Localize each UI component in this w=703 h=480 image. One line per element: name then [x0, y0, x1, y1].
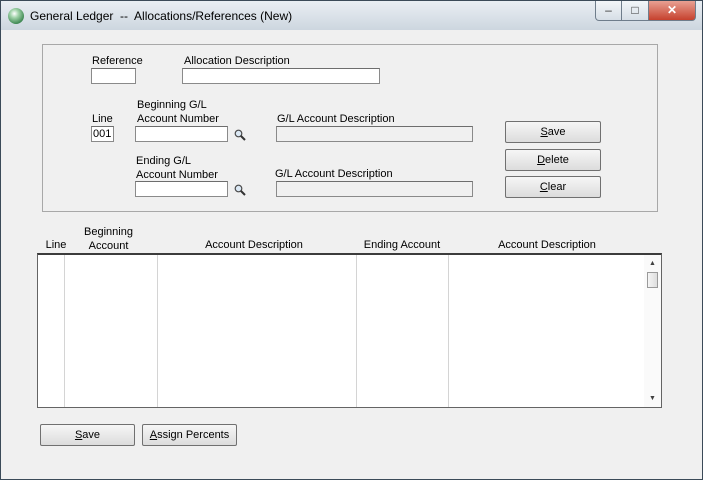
app-window: General Ledger -- Allocations/References… [0, 0, 703, 480]
minimize-button[interactable]: – [595, 1, 622, 21]
reference-label: Reference [92, 55, 143, 67]
column-header-beginning-account-line2[interactable]: Account [71, 240, 146, 253]
close-button[interactable]: ✕ [648, 1, 696, 21]
clear-hotkey: C [539, 181, 548, 193]
line-input[interactable] [91, 126, 114, 142]
bottom-save-button[interactable]: Save [40, 424, 135, 446]
scrollbar-thumb[interactable] [647, 272, 658, 288]
client-area: Reference Allocation Description Line Be… [8, 30, 695, 473]
assign-percents-button[interactable]: Assign Percents [142, 424, 237, 446]
column-header-beginning-account-line1[interactable]: Beginning [71, 226, 146, 239]
title-bar[interactable]: General Ledger -- Allocations/References… [1, 1, 702, 30]
line-label: Line [92, 113, 113, 125]
up-arrow-icon[interactable]: ▲ [644, 259, 661, 269]
beginning-gl-label-line2: Account Number [137, 113, 219, 125]
ending-gl-label-line1: Ending G/L [136, 155, 192, 167]
window-title: General Ledger -- Allocations/References… [30, 9, 293, 23]
allocation-description-label: Allocation Description [184, 55, 290, 67]
bottom-save-rest: ave [82, 429, 101, 441]
column-header-account-description-2[interactable]: Account Description [449, 239, 645, 252]
delete-hotkey: D [537, 154, 546, 166]
beginning-gl-description-label: G/L Account Description [277, 113, 395, 125]
allocations-grid[interactable]: ▲ ▼ [37, 253, 662, 408]
beginning-gl-label-line1: Beginning G/L [137, 99, 207, 111]
assign-percents-hotkey: A [149, 429, 158, 441]
ending-gl-account-input[interactable] [135, 181, 228, 197]
ending-gl-label-line2: Account Number [136, 169, 218, 181]
grid-vertical-scrollbar[interactable]: ▲ ▼ [644, 255, 661, 407]
allocation-description-input[interactable] [182, 68, 380, 84]
app-logo-icon [8, 8, 24, 24]
beginning-gl-description-field [276, 126, 473, 142]
beginning-gl-lookup-icon[interactable] [234, 129, 246, 141]
grid-column-divider [157, 255, 158, 407]
clear-rest: lear [547, 181, 567, 193]
save-hotkey: S [540, 126, 548, 138]
column-header-ending-account[interactable]: Ending Account [356, 239, 448, 252]
save-rest: ave [547, 126, 566, 138]
assign-percents-rest: ssign Percents [157, 429, 230, 441]
delete-rest: elete [545, 154, 569, 166]
delete-button[interactable]: Delete [505, 149, 601, 171]
down-arrow-icon[interactable]: ▼ [644, 394, 661, 404]
beginning-gl-account-input[interactable] [135, 126, 228, 142]
maximize-button[interactable]: □ [621, 1, 649, 21]
column-header-account-description[interactable]: Account Description [159, 239, 349, 252]
grid-column-divider [448, 255, 449, 407]
grid-column-divider [64, 255, 65, 407]
grid-column-divider [356, 255, 357, 407]
ending-gl-description-field [276, 181, 473, 197]
ending-gl-lookup-icon[interactable] [234, 184, 246, 196]
reference-input[interactable] [91, 68, 136, 84]
ending-gl-description-label: G/L Account Description [275, 168, 393, 180]
clear-button[interactable]: Clear [505, 176, 601, 198]
save-button[interactable]: Save [505, 121, 601, 143]
column-header-line[interactable]: Line [41, 239, 71, 252]
